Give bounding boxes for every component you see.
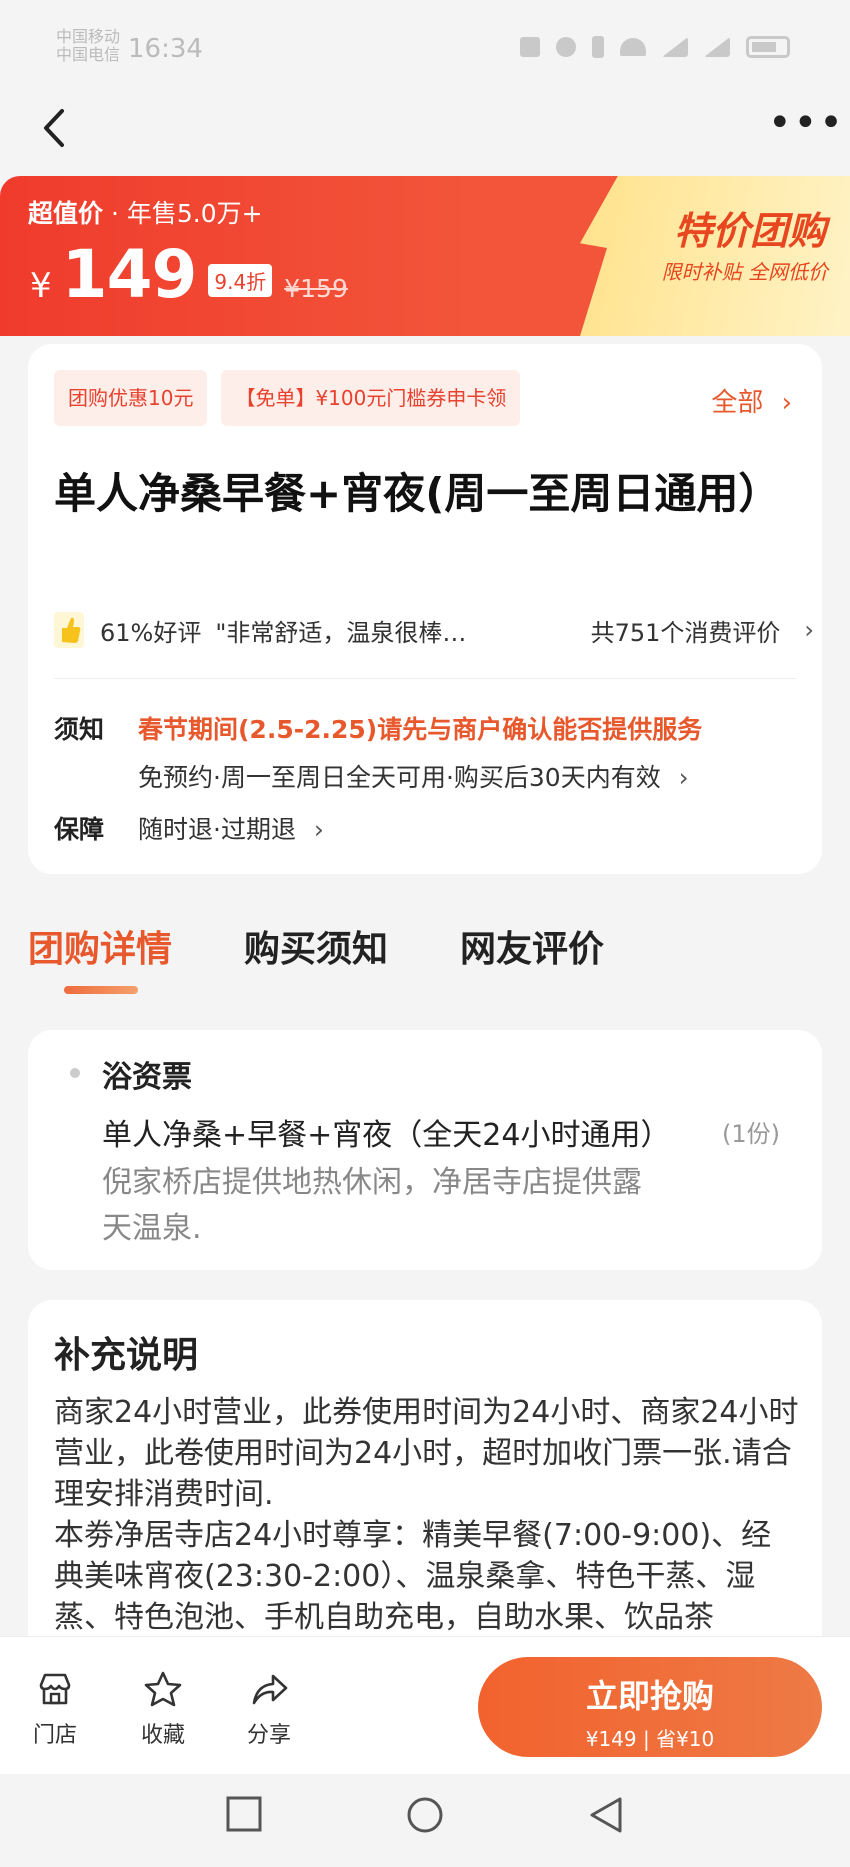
- coupon-tag[interactable]: 【免单】¥100元门槛券申卡领: [221, 370, 521, 426]
- buy-now-button[interactable]: 立即抢购 ¥149 | 省¥10: [478, 1657, 822, 1757]
- guarantee-value[interactable]: 随时退·过期退 ›: [138, 810, 324, 846]
- banner-label-bold: 超值价: [28, 199, 104, 228]
- chevron-right-icon: ›: [313, 815, 324, 844]
- signal-icon: [662, 37, 688, 57]
- chevron-right-icon: ›: [781, 388, 792, 418]
- item-name: 单人净桑+早餐+宵夜（全天24小时通用）: [102, 1118, 671, 1153]
- all-coupons-label: 全部: [711, 388, 764, 418]
- battery-icon: [746, 36, 790, 58]
- notice-label: 须知: [54, 715, 105, 744]
- deal-card: 团购优惠10元 【免单】¥100元门槛券申卡领 全部 › 单人净桑早餐+宵夜(周…: [28, 344, 822, 874]
- favorite-label: 收藏: [140, 1723, 185, 1748]
- guarantee-label: 保障: [54, 815, 105, 844]
- discount-badge: 9.4折: [208, 264, 273, 297]
- tab-deal-details[interactable]: 团购详情: [28, 920, 172, 972]
- carrier-info: 中国移动 中国电信: [56, 28, 120, 64]
- share-button[interactable]: 分享: [234, 1669, 304, 1749]
- alarm-icon: [556, 37, 576, 57]
- coupon-tags: 团购优惠10元 【免单】¥100元门槛券申卡领: [54, 370, 521, 426]
- notice-alert: 春节期间(2.5-2.25)请先与商户确认能否提供服务: [138, 715, 703, 744]
- recent-apps-icon[interactable]: [226, 1796, 262, 1832]
- item-heading: 浴资票: [102, 1060, 192, 1095]
- bluetooth-icon: [592, 36, 604, 58]
- wifi-icon: [620, 38, 646, 56]
- store-button[interactable]: 门店: [20, 1669, 90, 1749]
- banner-label: 超值价 · 年售5.0万+: [28, 194, 263, 230]
- signal-icon-2: [704, 37, 730, 57]
- carrier-2: 中国电信: [56, 45, 121, 64]
- price-value: 149: [61, 236, 198, 313]
- currency-symbol: ¥: [30, 266, 52, 306]
- all-coupons-link[interactable]: 全部 ›: [711, 382, 792, 419]
- item-quantity: (1份): [722, 1120, 780, 1148]
- notice-detail-text: 免预约·周一至周日全天可用·购买后30天内有效: [138, 763, 661, 792]
- status-bar: 中国移动 中国电信 16:34: [0, 0, 850, 95]
- guarantee-text: 随时退·过期退: [138, 815, 296, 844]
- bottom-action-bar: 门店 收藏 分享 立即抢购 ¥149 | 省¥10: [0, 1636, 850, 1774]
- banner-label-rest: · 年售5.0万+: [103, 199, 263, 228]
- star-icon: [144, 1671, 182, 1707]
- share-icon: [252, 1674, 288, 1705]
- chevron-right-icon: ›: [678, 763, 689, 792]
- rating-row[interactable]: 61%好评 "非常舒适，温泉很棒… 共751个消费评价 ›: [54, 612, 814, 648]
- coupon-tag[interactable]: 团购优惠10元: [54, 370, 208, 426]
- tab-reviews[interactable]: 网友评价: [460, 920, 604, 972]
- system-nav-bar: [0, 1774, 850, 1867]
- price-row: ¥ 149 9.4折 ¥159: [30, 236, 348, 313]
- thumbs-up-icon: [54, 612, 84, 648]
- notice-detail[interactable]: 免预约·周一至周日全天可用·购买后30天内有效 ›: [138, 758, 689, 794]
- buy-now-price: ¥149 | 省¥10: [585, 1727, 715, 1751]
- nav-bar: •••: [0, 95, 850, 180]
- notes-title: 补充说明: [54, 1335, 199, 1376]
- promo-subtitle: 限时补贴 全网低价: [661, 260, 828, 284]
- store-label: 门店: [32, 1723, 77, 1748]
- back-icon[interactable]: [36, 103, 76, 153]
- rating-percent: 61%好评: [100, 618, 202, 647]
- rating-quote: "非常舒适，温泉很棒…: [215, 618, 467, 647]
- promo-title: 特价团购: [673, 209, 826, 253]
- active-tab-indicator: [64, 986, 138, 994]
- buy-now-label: 立即抢购: [585, 1677, 714, 1715]
- nfc-icon: [520, 37, 540, 57]
- package-items-card: 浴资票 单人净桑+早餐+宵夜（全天24小时通用） (1份) 倪家桥店提供地热休闲…: [28, 1030, 822, 1270]
- price-banner: 超值价 · 年售5.0万+ ¥ 149 9.4折 ¥159 特价团购 限时补贴 …: [0, 176, 850, 336]
- item-description: 倪家桥店提供地热休闲，净居寺店提供露天温泉.: [102, 1165, 642, 1246]
- review-count: 共751个消费评价: [590, 618, 781, 647]
- share-label: 分享: [246, 1723, 291, 1748]
- home-icon[interactable]: [406, 1796, 444, 1834]
- bullet-dot: [70, 1068, 80, 1078]
- more-icon[interactable]: •••: [768, 103, 843, 143]
- chevron-right-icon: ›: [804, 616, 814, 644]
- clock: 16:34: [128, 34, 203, 64]
- notes-body: 商家24小时营业，此券使用时间为24小时、商家24小时营业，此卷使用时间为24小…: [54, 1395, 799, 1635]
- detail-tabs: 团购详情 购买须知 网友评价: [0, 920, 850, 1000]
- tab-purchase-notes[interactable]: 购买须知: [244, 920, 388, 972]
- carrier-1: 中国移动: [56, 27, 121, 46]
- original-price: ¥159: [284, 274, 348, 303]
- back-nav-icon[interactable]: [588, 1796, 624, 1834]
- favorite-button[interactable]: 收藏: [128, 1669, 198, 1749]
- divider: [54, 678, 796, 679]
- system-icons: [520, 36, 790, 58]
- store-icon: [39, 1673, 71, 1705]
- deal-title: 单人净桑早餐+宵夜(周一至周日通用）: [54, 469, 781, 518]
